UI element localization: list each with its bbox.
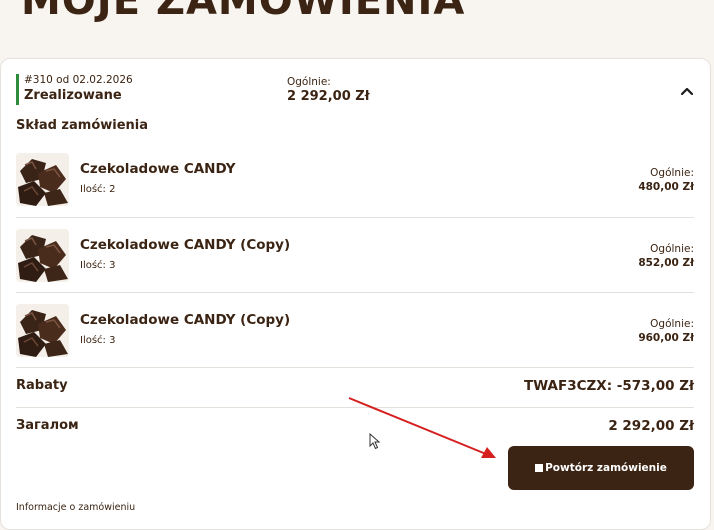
item-total-label: Ogólnie: [650, 318, 694, 330]
order-items-title: Skład zamówienia [16, 118, 149, 133]
item-total-label: Ogólnie: [650, 243, 694, 255]
item-name[interactable]: Czekoladowe CANDY [80, 161, 235, 177]
item-quantity: Ilość: 3 [80, 260, 116, 271]
order-info-link[interactable]: Informacje o zamówieniu [16, 502, 135, 513]
sum-value: 2 292,00 Zł [608, 418, 694, 434]
product-image[interactable] [16, 229, 69, 282]
item-total-label: Ogólnie: [650, 167, 694, 179]
collapse-order-button[interactable] [676, 80, 698, 102]
order-status: Zrealizowane [24, 88, 122, 103]
sum-label: Загалом [16, 418, 79, 433]
product-image[interactable] [16, 153, 69, 206]
order-total-value: 2 292,00 Zł [287, 89, 370, 104]
item-divider [16, 292, 694, 293]
order-number-date: #310 od 02.02.2026 [24, 74, 133, 86]
item-total-value: 852,00 Zł [638, 257, 694, 269]
item-name[interactable]: Czekoladowe CANDY (Copy) [80, 312, 290, 328]
summary-divider [16, 407, 694, 408]
order-status-indicator [16, 74, 19, 105]
item-name[interactable]: Czekoladowe CANDY (Copy) [80, 237, 290, 253]
mouse-pointer-icon [369, 433, 381, 450]
repeat-order-button[interactable]: Powtórz zamówienie [508, 446, 694, 490]
repeat-order-label: Powtórz zamówienie [545, 462, 667, 474]
item-total-value: 480,00 Zł [638, 181, 694, 193]
order-total-label: Ogólnie: [287, 76, 331, 88]
item-quantity: Ilość: 2 [80, 184, 116, 195]
page-title: MOJE ZAMÓWIENIA [21, 0, 466, 24]
discounts-value: TWAF3CZX: -573,00 Zł [524, 378, 694, 394]
item-divider [16, 367, 694, 368]
chevron-up-icon [680, 87, 694, 96]
square-icon [535, 464, 544, 472]
item-divider [16, 217, 694, 218]
item-quantity: Ilość: 3 [80, 335, 116, 346]
product-image[interactable] [16, 304, 69, 357]
discounts-label: Rabaty [16, 378, 68, 393]
item-total-value: 960,00 Zł [638, 332, 694, 344]
